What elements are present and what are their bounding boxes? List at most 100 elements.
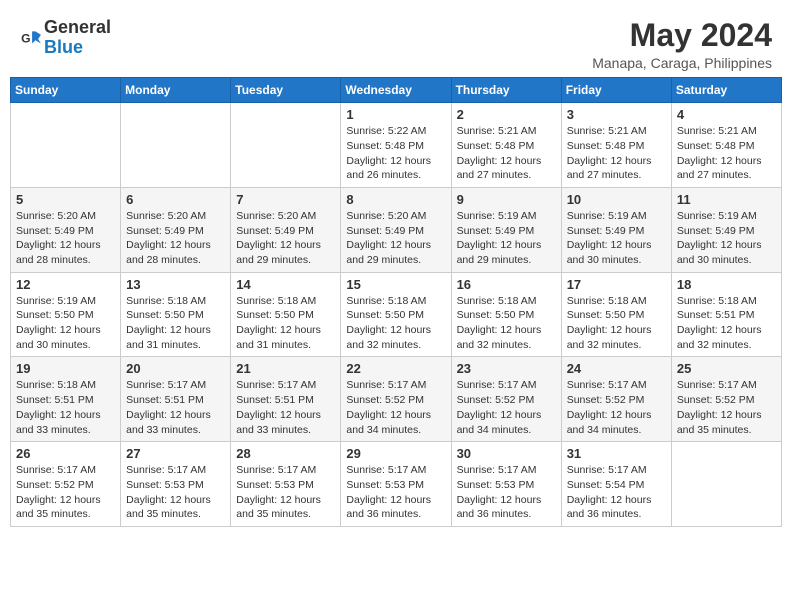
day-info: Sunrise: 5:20 AM Sunset: 5:49 PM Dayligh… <box>236 209 335 268</box>
weekday-header-thursday: Thursday <box>451 78 561 103</box>
day-info: Sunrise: 5:18 AM Sunset: 5:50 PM Dayligh… <box>346 294 445 353</box>
calendar-cell: 10 Sunrise: 5:19 AM Sunset: 5:49 PM Dayli… <box>561 187 671 272</box>
logo-text: General Blue <box>44 18 111 58</box>
day-info: Sunrise: 5:17 AM Sunset: 5:52 PM Dayligh… <box>457 378 556 437</box>
calendar-cell <box>231 103 341 188</box>
calendar-cell: 24Sunrise: 5:17 AM Sunset: 5:52 PM Dayli… <box>561 357 671 442</box>
day-info: Sunrise: 5:19 AM Sunset: 5:49 PM Dayligh… <box>567 209 666 268</box>
calendar-week-4: 19Sunrise: 5:18 AM Sunset: 5:51 PM Dayli… <box>11 357 782 442</box>
calendar-cell: 12Sunrise: 5:19 AM Sunset: 5:50 PM Dayli… <box>11 272 121 357</box>
day-info: Sunrise: 5:17 AM Sunset: 5:52 PM Dayligh… <box>16 463 115 522</box>
page-header: G General Blue May 2024 Manapa, Caraga, … <box>10 10 782 77</box>
day-info: Sunrise: 5:17 AM Sunset: 5:52 PM Dayligh… <box>677 378 776 437</box>
weekday-header-row: SundayMondayTuesdayWednesdayThursdayFrid… <box>11 78 782 103</box>
title-block: May 2024 Manapa, Caraga, Philippines <box>592 18 772 71</box>
calendar-cell: 2 Sunrise: 5:21 AM Sunset: 5:48 PM Daylig… <box>451 103 561 188</box>
weekday-header-tuesday: Tuesday <box>231 78 341 103</box>
calendar-cell: 11 Sunrise: 5:19 AM Sunset: 5:49 PM Dayli… <box>671 187 781 272</box>
day-number: 27 <box>126 446 225 461</box>
svg-text:G: G <box>21 31 30 45</box>
day-info: Sunrise: 5:18 AM Sunset: 5:50 PM Dayligh… <box>567 294 666 353</box>
day-number: 22 <box>346 361 445 376</box>
day-info: Sunrise: 5:20 AM Sunset: 5:49 PM Dayligh… <box>16 209 115 268</box>
calendar-cell: 18Sunrise: 5:18 AM Sunset: 5:51 PM Dayli… <box>671 272 781 357</box>
day-number: 6 <box>126 192 225 207</box>
calendar-week-2: 5 Sunrise: 5:20 AM Sunset: 5:49 PM Daylig… <box>11 187 782 272</box>
calendar-cell: 1 Sunrise: 5:22 AM Sunset: 5:48 PM Daylig… <box>341 103 451 188</box>
day-info: Sunrise: 5:22 AM Sunset: 5:48 PM Dayligh… <box>346 124 445 183</box>
day-info: Sunrise: 5:17 AM Sunset: 5:51 PM Dayligh… <box>236 378 335 437</box>
day-number: 17 <box>567 277 666 292</box>
day-number: 14 <box>236 277 335 292</box>
calendar-cell: 20 Sunrise: 5:17 AM Sunset: 5:51 PM Dayli… <box>121 357 231 442</box>
day-number: 25 <box>677 361 776 376</box>
logo: G General Blue <box>20 18 111 58</box>
day-number: 13 <box>126 277 225 292</box>
day-info: Sunrise: 5:17 AM Sunset: 5:54 PM Dayligh… <box>567 463 666 522</box>
weekday-header-wednesday: Wednesday <box>341 78 451 103</box>
calendar-cell: 16 Sunrise: 5:18 AM Sunset: 5:50 PM Dayli… <box>451 272 561 357</box>
day-number: 31 <box>567 446 666 461</box>
calendar-cell: 19Sunrise: 5:18 AM Sunset: 5:51 PM Dayli… <box>11 357 121 442</box>
day-number: 10 <box>567 192 666 207</box>
day-info: Sunrise: 5:20 AM Sunset: 5:49 PM Dayligh… <box>346 209 445 268</box>
day-number: 11 <box>677 192 776 207</box>
calendar-cell: 27 Sunrise: 5:17 AM Sunset: 5:53 PM Dayli… <box>121 442 231 527</box>
day-number: 23 <box>457 361 556 376</box>
day-info: Sunrise: 5:17 AM Sunset: 5:53 PM Dayligh… <box>126 463 225 522</box>
logo-icon: G <box>20 27 42 49</box>
day-number: 28 <box>236 446 335 461</box>
calendar-cell: 31 Sunrise: 5:17 AM Sunset: 5:54 PM Dayli… <box>561 442 671 527</box>
weekday-header-sunday: Sunday <box>11 78 121 103</box>
calendar-cell: 7 Sunrise: 5:20 AM Sunset: 5:49 PM Daylig… <box>231 187 341 272</box>
main-title: May 2024 <box>592 18 772 53</box>
day-info: Sunrise: 5:18 AM Sunset: 5:51 PM Dayligh… <box>16 378 115 437</box>
day-info: Sunrise: 5:18 AM Sunset: 5:50 PM Dayligh… <box>457 294 556 353</box>
calendar-cell: 28Sunrise: 5:17 AM Sunset: 5:53 PM Dayli… <box>231 442 341 527</box>
calendar-cell <box>671 442 781 527</box>
calendar-cell: 8 Sunrise: 5:20 AM Sunset: 5:49 PM Daylig… <box>341 187 451 272</box>
day-number: 29 <box>346 446 445 461</box>
day-number: 2 <box>457 107 556 122</box>
calendar-table: SundayMondayTuesdayWednesdayThursdayFrid… <box>10 77 782 527</box>
day-info: Sunrise: 5:21 AM Sunset: 5:48 PM Dayligh… <box>457 124 556 183</box>
calendar-cell: 13Sunrise: 5:18 AM Sunset: 5:50 PM Dayli… <box>121 272 231 357</box>
day-number: 9 <box>457 192 556 207</box>
day-number: 16 <box>457 277 556 292</box>
calendar-cell: 15 Sunrise: 5:18 AM Sunset: 5:50 PM Dayli… <box>341 272 451 357</box>
calendar-cell: 26 Sunrise: 5:17 AM Sunset: 5:52 PM Dayli… <box>11 442 121 527</box>
day-number: 15 <box>346 277 445 292</box>
day-number: 7 <box>236 192 335 207</box>
day-number: 24 <box>567 361 666 376</box>
day-info: Sunrise: 5:17 AM Sunset: 5:51 PM Dayligh… <box>126 378 225 437</box>
day-info: Sunrise: 5:21 AM Sunset: 5:48 PM Dayligh… <box>567 124 666 183</box>
calendar-cell: 23 Sunrise: 5:17 AM Sunset: 5:52 PM Dayli… <box>451 357 561 442</box>
calendar-cell: 4Sunrise: 5:21 AM Sunset: 5:48 PM Daylig… <box>671 103 781 188</box>
day-number: 21 <box>236 361 335 376</box>
day-info: Sunrise: 5:18 AM Sunset: 5:50 PM Dayligh… <box>236 294 335 353</box>
calendar-cell: 21 Sunrise: 5:17 AM Sunset: 5:51 PM Dayli… <box>231 357 341 442</box>
day-info: Sunrise: 5:17 AM Sunset: 5:52 PM Dayligh… <box>346 378 445 437</box>
weekday-header-monday: Monday <box>121 78 231 103</box>
day-number: 26 <box>16 446 115 461</box>
day-number: 5 <box>16 192 115 207</box>
location-subtitle: Manapa, Caraga, Philippines <box>592 55 772 71</box>
calendar-cell: 14 Sunrise: 5:18 AM Sunset: 5:50 PM Dayli… <box>231 272 341 357</box>
day-number: 3 <box>567 107 666 122</box>
day-number: 8 <box>346 192 445 207</box>
day-number: 20 <box>126 361 225 376</box>
calendar-cell: 29 Sunrise: 5:17 AM Sunset: 5:53 PM Dayli… <box>341 442 451 527</box>
day-number: 12 <box>16 277 115 292</box>
day-number: 18 <box>677 277 776 292</box>
calendar-cell <box>11 103 121 188</box>
day-number: 30 <box>457 446 556 461</box>
calendar-week-1: 1 Sunrise: 5:22 AM Sunset: 5:48 PM Daylig… <box>11 103 782 188</box>
day-info: Sunrise: 5:21 AM Sunset: 5:48 PM Dayligh… <box>677 124 776 183</box>
day-number: 1 <box>346 107 445 122</box>
calendar-week-3: 12Sunrise: 5:19 AM Sunset: 5:50 PM Dayli… <box>11 272 782 357</box>
calendar-header: SundayMondayTuesdayWednesdayThursdayFrid… <box>11 78 782 103</box>
day-info: Sunrise: 5:17 AM Sunset: 5:53 PM Dayligh… <box>346 463 445 522</box>
calendar-week-5: 26 Sunrise: 5:17 AM Sunset: 5:52 PM Dayli… <box>11 442 782 527</box>
day-info: Sunrise: 5:19 AM Sunset: 5:49 PM Dayligh… <box>677 209 776 268</box>
calendar-cell: 22 Sunrise: 5:17 AM Sunset: 5:52 PM Dayli… <box>341 357 451 442</box>
